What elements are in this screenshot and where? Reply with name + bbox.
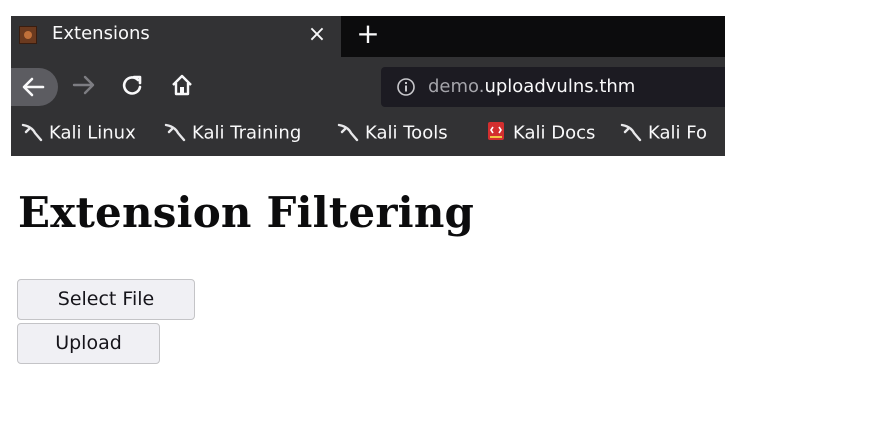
bookmark-kali-docs[interactable]: Kali Docs	[485, 122, 595, 146]
url-text[interactable]: demo.uploadvulns.thm	[428, 76, 635, 97]
tab-title: Extensions	[52, 23, 150, 44]
kali-dragon-icon	[337, 123, 359, 142]
favicon-icon	[19, 26, 37, 44]
close-tab-icon[interactable]: ×	[302, 18, 332, 52]
tab-extensions[interactable]: Extensions ×	[11, 16, 341, 57]
back-arrow-icon	[22, 77, 45, 97]
info-icon[interactable]	[396, 77, 416, 97]
bookmark-kali-tools[interactable]: Kali Tools	[337, 122, 448, 146]
bookmark-kali-training[interactable]: Kali Training	[164, 122, 301, 146]
page-title: Extension Filtering	[18, 188, 475, 237]
kali-docs-icon	[488, 122, 504, 140]
kali-dragon-icon	[164, 123, 186, 142]
url-subdomain: demo.	[428, 76, 485, 97]
bookmark-kali-forums[interactable]: Kali Fo	[620, 122, 707, 146]
address-bar[interactable]: demo.uploadvulns.thm	[381, 67, 725, 107]
forward-arrow-icon[interactable]	[72, 74, 96, 96]
browser-chrome: Extensions × + demo.uploadvulns.thm Kali…	[11, 16, 725, 156]
home-icon[interactable]	[170, 73, 194, 97]
kali-dragon-icon	[620, 123, 642, 142]
url-domain: uploadvulns.thm	[484, 76, 636, 97]
bookmark-kali-linux[interactable]: Kali Linux	[21, 122, 136, 146]
navigation-toolbar: demo.uploadvulns.thm	[11, 57, 725, 114]
kali-dragon-icon	[21, 123, 43, 142]
tab-bar: Extensions × +	[11, 16, 725, 57]
bookmarks-toolbar: Kali Linux Kali Training Kali Tools Kali…	[11, 114, 725, 156]
select-file-button[interactable]: Select File	[17, 279, 195, 320]
back-button[interactable]	[11, 68, 58, 106]
new-tab-button[interactable]: +	[350, 16, 386, 54]
reload-icon[interactable]	[121, 74, 143, 96]
upload-button[interactable]: Upload	[17, 323, 160, 364]
